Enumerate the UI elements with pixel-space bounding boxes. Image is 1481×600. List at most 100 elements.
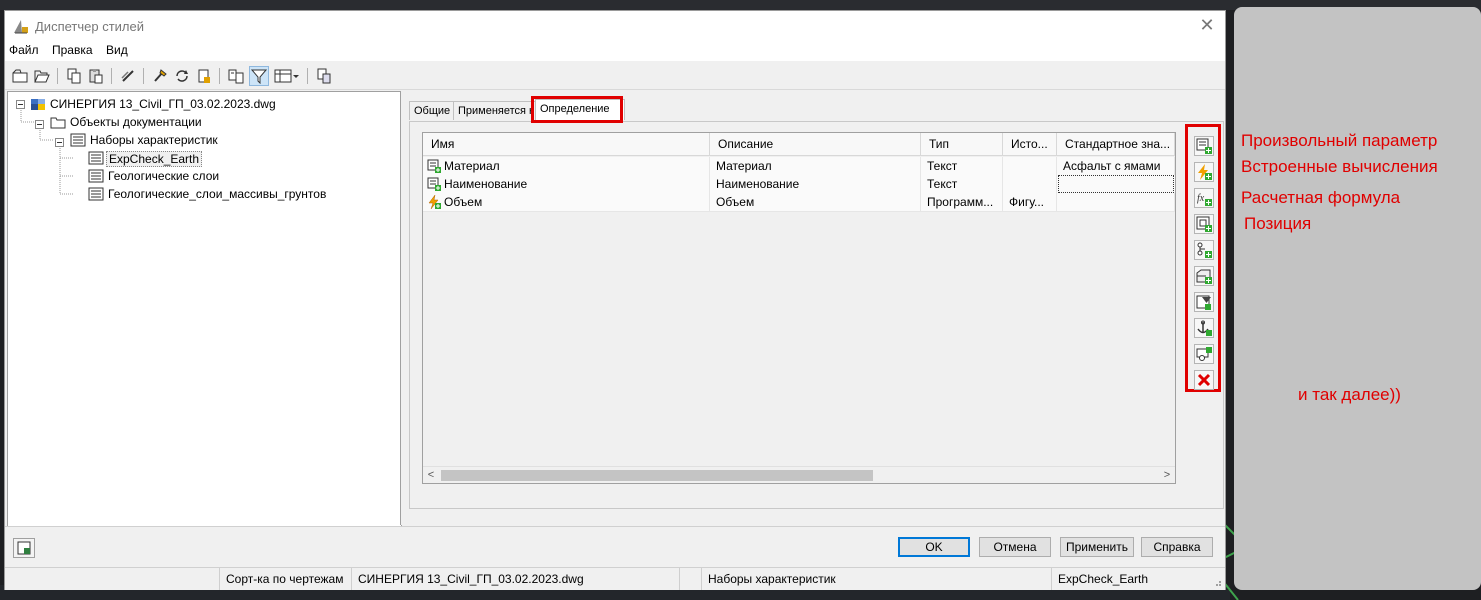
add-automatic-property-button[interactable]: [1194, 162, 1214, 182]
tree-item-label: ExpCheck_Earth: [106, 151, 203, 167]
style-tree[interactable]: СИНЕРГИЯ 13_Civil_ГП_03.02.2023.dwg Объе…: [7, 91, 402, 527]
add-formula-property-button[interactable]: fx: [1194, 188, 1214, 208]
toolbar-separator: [307, 68, 308, 84]
add-material-property-button[interactable]: [1194, 266, 1214, 286]
window-title: Диспетчер стилей: [35, 19, 144, 34]
cell-name-text: Материал: [444, 159, 500, 173]
cell-default[interactable]: [1057, 193, 1175, 211]
status-bar: Сорт-ка по чертежам СИНЕРГИЯ 13_Civil_ГП…: [5, 567, 1225, 590]
cell-default[interactable]: Асфальт с ямами: [1057, 157, 1175, 175]
import-icon[interactable]: [195, 67, 213, 85]
refresh-icon[interactable]: [173, 67, 191, 85]
annotation-manual-parameter: Произвольный параметр: [1241, 131, 1438, 150]
cell-description: Наименование: [710, 175, 921, 193]
add-manual-property-icon: [1196, 138, 1212, 154]
compare-icon[interactable]: [227, 67, 245, 85]
definition-tab-highlight: [531, 96, 623, 123]
open-icon[interactable]: [33, 67, 51, 85]
menu-view[interactable]: Вид: [106, 43, 128, 57]
cell-type: Текст: [921, 157, 1003, 175]
add-formula-property-icon: fx: [1197, 193, 1212, 206]
property-set-icon: [88, 169, 104, 183]
property-definitions-grid[interactable]: Имя Описание Тип Исто... Стандартное зна…: [422, 132, 1176, 484]
scrollbar-thumb[interactable]: [441, 470, 873, 481]
table-row[interactable]: Объем Объем Программ... Фигу...: [423, 193, 1175, 212]
add-anchor-property-icon: [1197, 320, 1212, 336]
apply-button[interactable]: Применить: [1060, 537, 1134, 557]
add-graphic-property-button[interactable]: [1194, 292, 1214, 312]
toolbar-separator: [143, 68, 144, 84]
filter-icon[interactable]: [249, 66, 269, 86]
add-location-property-icon: [1196, 216, 1212, 232]
horizontal-scrollbar[interactable]: < >: [423, 466, 1175, 483]
toolbar-separator: [57, 68, 58, 84]
edit-icon[interactable]: [119, 67, 137, 85]
toggle-view-icon[interactable]: [315, 67, 333, 85]
column-header-type[interactable]: Тип: [921, 133, 1003, 155]
dock-panel-button[interactable]: [13, 538, 35, 558]
tree-item-label: Геологические слои: [108, 169, 220, 183]
collapse-icon: [55, 138, 64, 147]
tree-expander-minus[interactable]: [55, 136, 64, 150]
column-header-name[interactable]: Имя: [423, 133, 710, 155]
annotation-calculated-formula: Расчетная формула: [1241, 188, 1401, 207]
toolbar: [5, 63, 1225, 90]
style-manager-app-icon: [14, 20, 28, 34]
tree-expander-minus[interactable]: [16, 98, 25, 112]
annotation-location: Позиция: [1244, 214, 1312, 233]
column-header-description[interactable]: Описание: [710, 133, 921, 155]
tree-expander-minus[interactable]: [35, 118, 44, 132]
menu-file[interactable]: Файл: [9, 43, 39, 57]
copy-icon[interactable]: [65, 67, 83, 85]
paste-icon[interactable]: [87, 67, 105, 85]
scroll-right-arrow[interactable]: >: [1159, 467, 1175, 483]
cell-source: [1003, 175, 1057, 193]
manual-property-icon: [427, 159, 441, 173]
cell-name-text: Наименование: [444, 177, 528, 191]
dock-panel-icon: [17, 541, 31, 555]
cancel-button[interactable]: Отмена: [979, 537, 1051, 557]
toolbar-separator: [219, 68, 220, 84]
status-sort-mode: Сорт-ка по чертежам: [219, 568, 351, 590]
tab-applies-to[interactable]: Применяется к: [453, 101, 539, 120]
add-automatic-property-icon: [1198, 164, 1212, 180]
definition-tab-page: Имя Описание Тип Исто... Стандартное зна…: [409, 121, 1224, 509]
cell-default[interactable]: [1058, 175, 1174, 193]
add-classification-property-button[interactable]: [1194, 240, 1214, 260]
help-button[interactable]: Справка: [1141, 537, 1213, 557]
add-project-property-button[interactable]: [1194, 344, 1214, 364]
view-options-icon[interactable]: [273, 67, 301, 85]
delete-property-button[interactable]: [1194, 370, 1214, 390]
add-location-property-button[interactable]: [1194, 214, 1214, 234]
delete-property-icon: [1197, 373, 1211, 387]
column-header-source[interactable]: Исто...: [1003, 133, 1057, 155]
add-anchor-property-button[interactable]: [1194, 318, 1214, 338]
property-set-icon: [88, 151, 104, 165]
tree-property-sets-label: Наборы характеристик: [90, 133, 218, 147]
scroll-left-arrow[interactable]: <: [423, 467, 439, 483]
grid-header: Имя Описание Тип Исто... Стандартное зна…: [423, 133, 1175, 156]
menu-bar: Файл Правка Вид: [5, 41, 1225, 61]
add-project-property-icon: [1196, 347, 1212, 361]
collapse-icon: [16, 100, 25, 109]
new-style-icon[interactable]: [11, 67, 29, 85]
menu-edit[interactable]: Правка: [52, 43, 93, 57]
property-set-icon: [70, 133, 86, 147]
style-properties-pane: Общие Применяется к Определение Имя Опис…: [400, 91, 1224, 525]
tree-root-label: СИНЕРГИЯ 13_Civil_ГП_03.02.2023.dwg: [50, 97, 276, 111]
add-manual-property-button[interactable]: [1194, 136, 1214, 156]
cell-source: [1003, 157, 1057, 175]
close-icon[interactable]: ✕: [1197, 15, 1217, 35]
dialog-footer: OK Отмена Применить Справка: [5, 526, 1225, 567]
table-row[interactable]: Материал Материал Текст Асфальт с ямами: [423, 157, 1175, 176]
status-style: ExpCheck_Earth: [1051, 568, 1211, 590]
purge-icon[interactable]: [151, 67, 169, 85]
ok-button[interactable]: OK: [898, 537, 970, 557]
resize-grip-icon[interactable]: [1212, 577, 1222, 587]
column-header-default[interactable]: Стандартное зна...: [1057, 133, 1175, 155]
table-row[interactable]: Наименование Наименование Текст: [423, 175, 1175, 194]
annotation-builtin-calculations: Встроенные вычисления: [1241, 157, 1438, 176]
status-category: Наборы характеристик: [701, 568, 1051, 590]
automatic-property-icon: [428, 195, 441, 209]
tab-general[interactable]: Общие: [409, 101, 457, 120]
